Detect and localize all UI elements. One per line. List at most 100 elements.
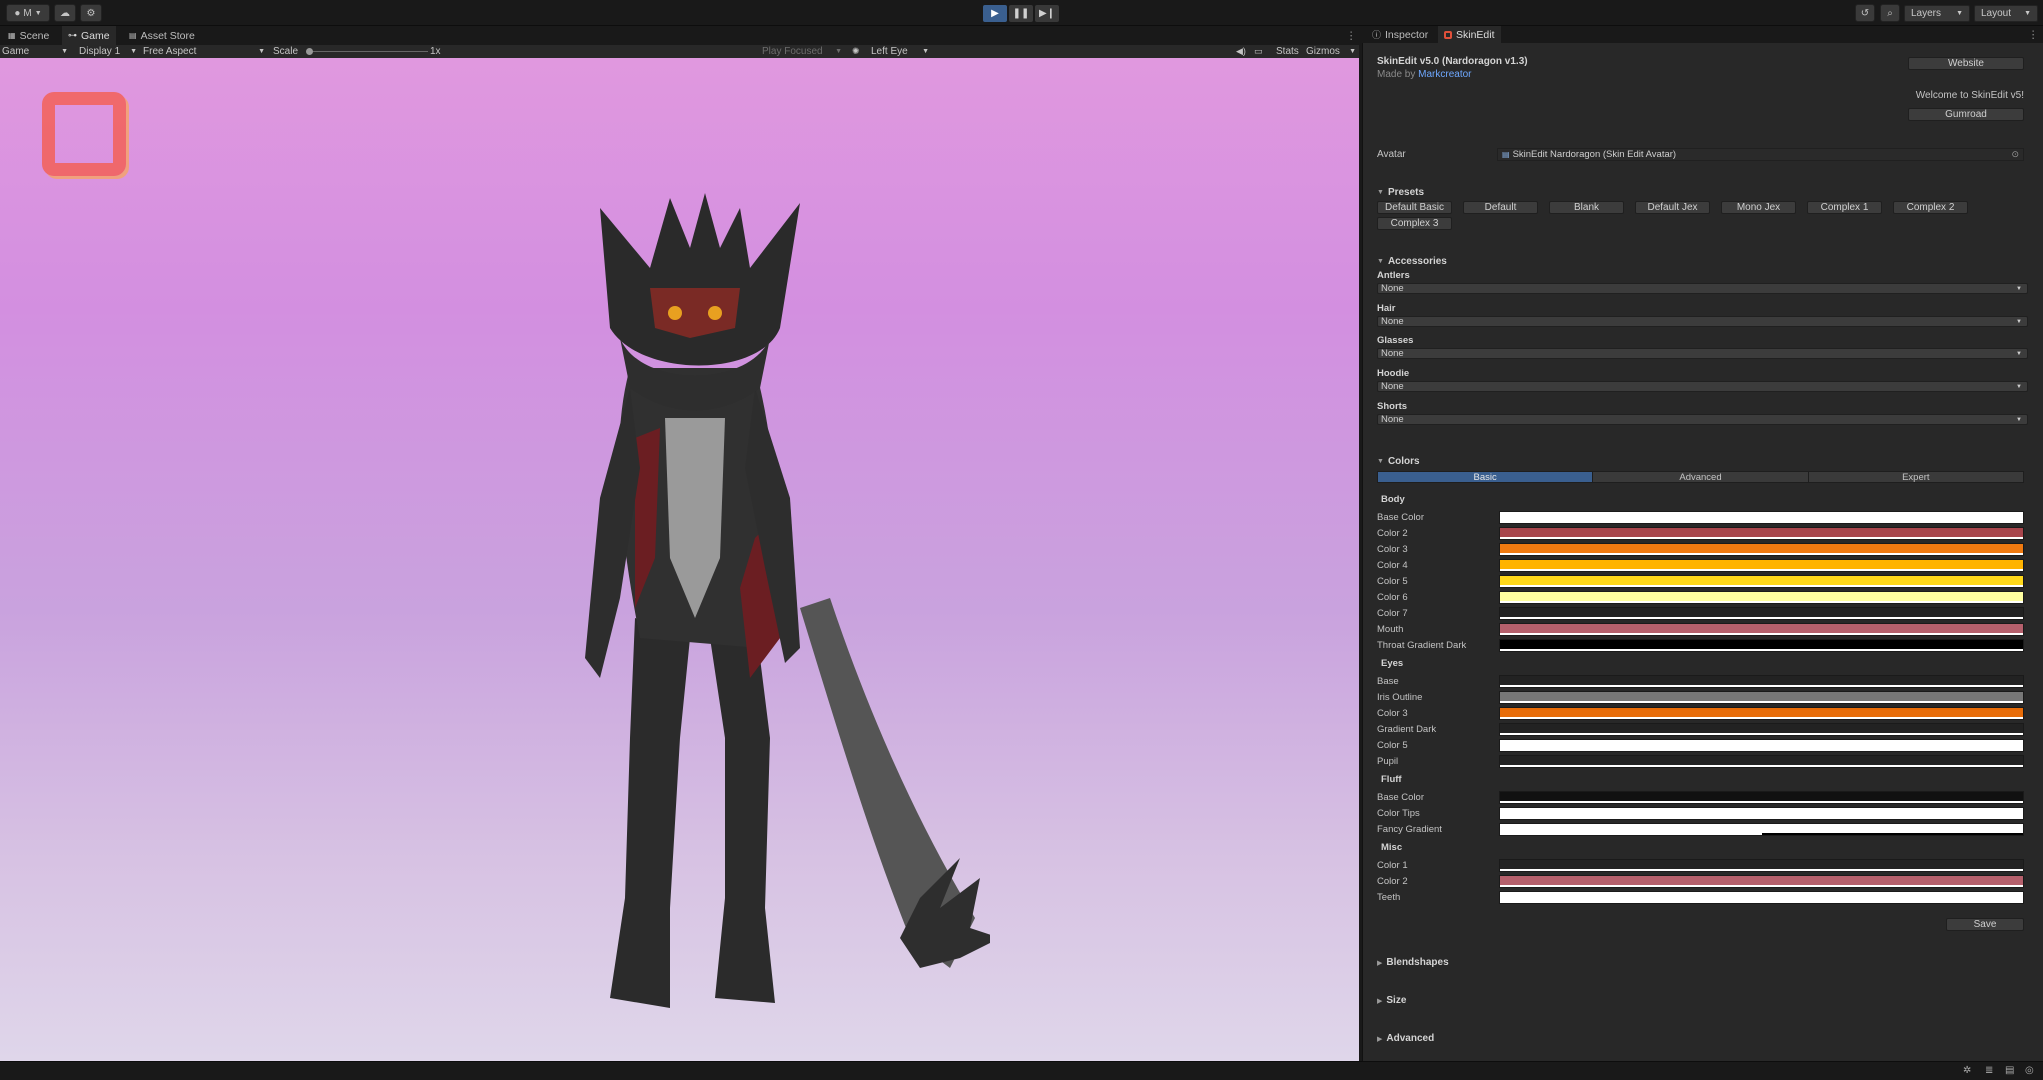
chevron-down-icon: ▼ xyxy=(2016,416,2022,423)
color-swatch[interactable] xyxy=(1499,859,2024,872)
preset-default-jex[interactable]: Default Jex xyxy=(1635,201,1710,214)
mute-audio-button[interactable]: ◀) xyxy=(1236,45,1246,58)
color-swatch[interactable] xyxy=(1499,607,2024,620)
debug-icon[interactable]: ✲ xyxy=(1963,1065,1971,1076)
preset-blank[interactable]: Blank xyxy=(1549,201,1624,214)
history-button[interactable]: ↺ xyxy=(1855,4,1875,22)
color-swatch[interactable] xyxy=(1499,823,2024,836)
color-swatch[interactable] xyxy=(1499,891,2024,904)
preset-complex-2[interactable]: Complex 2 xyxy=(1893,201,1968,214)
stats-button[interactable]: Stats xyxy=(1276,45,1299,58)
blendshapes-foldout[interactable]: ▶ Blendshapes xyxy=(1377,957,1449,968)
pause-button[interactable]: ❚❚ xyxy=(1009,5,1033,22)
color-field-label: Iris Outline xyxy=(1377,692,1423,703)
layers-dropdown[interactable]: Layers ▼ xyxy=(1904,5,1970,22)
gumroad-button[interactable]: Gumroad xyxy=(1908,108,2024,121)
account-button[interactable]: ● M ▼ xyxy=(6,4,50,22)
alpha-bar xyxy=(1500,617,2023,619)
gizmos-dropdown[interactable]: Gizmos ▼ xyxy=(1306,45,1356,58)
notification-icon[interactable]: ▤ xyxy=(2005,1065,2014,1076)
play-button[interactable]: ▶ xyxy=(983,5,1007,22)
display-dropdown[interactable]: Display 1 ▼ xyxy=(79,45,137,58)
inspector-menu-button[interactable]: ⋮ xyxy=(2022,26,2043,43)
alpha-bar xyxy=(1500,869,2023,871)
shorts-dropdown[interactable]: None ▼ xyxy=(1377,414,2028,425)
alpha-bar xyxy=(1500,633,2023,635)
panel-menu-button[interactable]: ⋮ xyxy=(1340,26,1363,45)
view-dropdown[interactable]: Game ▼ xyxy=(2,45,68,58)
layers-stack-icon[interactable]: ≣ xyxy=(1985,1065,1993,1076)
alpha-bar xyxy=(1500,701,2023,703)
color-swatch[interactable] xyxy=(1499,543,2024,556)
target-icon[interactable]: ⊙ xyxy=(2011,149,2019,160)
color-swatch[interactable] xyxy=(1499,691,2024,704)
color-field-label: Color 7 xyxy=(1377,608,1408,619)
hair-dropdown[interactable]: None ▼ xyxy=(1377,316,2028,327)
color-swatch[interactable] xyxy=(1499,527,2024,540)
tab-game[interactable]: ⊶ Game xyxy=(62,26,116,45)
hoodie-dropdown[interactable]: None ▼ xyxy=(1377,381,2028,392)
slider-handle[interactable] xyxy=(306,48,313,55)
alpha-bar xyxy=(1500,901,2023,903)
color-group-fluff: Fluff xyxy=(1381,774,1402,785)
color-swatch[interactable] xyxy=(1499,875,2024,888)
antlers-dropdown[interactable]: None ▼ xyxy=(1377,283,2028,294)
author-link[interactable]: Markcreator xyxy=(1418,69,1471,80)
color-swatch[interactable] xyxy=(1499,591,2024,604)
preset-mono-jex[interactable]: Mono Jex xyxy=(1721,201,1796,214)
accessories-foldout[interactable]: ▼ Accessories xyxy=(1377,256,1447,267)
color-tab-expert[interactable]: Expert xyxy=(1808,472,2023,483)
skinedit-icon xyxy=(1444,30,1452,39)
preset-default-basic[interactable]: Default Basic xyxy=(1377,201,1452,214)
preset-complex-3[interactable]: Complex 3 xyxy=(1377,217,1452,230)
play-focused-dropdown[interactable]: Play Focused ▼ xyxy=(762,45,842,58)
aspect-dropdown[interactable]: Free Aspect ▼ xyxy=(143,45,265,58)
save-button[interactable]: Save xyxy=(1946,918,2024,931)
color-swatch[interactable] xyxy=(1499,791,2024,804)
color-field-label: Teeth xyxy=(1377,892,1401,903)
color-swatch[interactable] xyxy=(1499,723,2024,736)
welcome-text: Welcome to SkinEdit v5! xyxy=(1915,90,2024,101)
step-button[interactable]: ▶❙ xyxy=(1035,5,1059,22)
color-swatch[interactable] xyxy=(1499,755,2024,768)
color-field-label: Color 5 xyxy=(1377,576,1408,587)
tab-skinedit[interactable]: SkinEdit xyxy=(1438,26,1501,43)
colors-foldout[interactable]: ▼ Colors xyxy=(1377,456,1420,467)
search-button[interactable]: ⌕ xyxy=(1880,4,1900,22)
eye-dropdown[interactable]: Left Eye ▼ xyxy=(871,45,929,58)
color-swatch[interactable] xyxy=(1499,639,2024,652)
color-field-label: Color 6 xyxy=(1377,592,1408,603)
color-tab-advanced[interactable]: Advanced xyxy=(1593,472,1809,483)
monitor-icon: ▭ xyxy=(1254,46,1263,56)
check-icon[interactable]: ◎ xyxy=(2025,1065,2034,1076)
color-tab-basic[interactable]: Basic xyxy=(1378,472,1594,483)
color-swatch[interactable] xyxy=(1499,623,2024,636)
preset-default[interactable]: Default xyxy=(1463,201,1538,214)
play-icon: ▶ xyxy=(991,8,999,19)
layout-dropdown[interactable]: Layout ▼ xyxy=(1974,5,2038,22)
preset-complex-1[interactable]: Complex 1 xyxy=(1807,201,1882,214)
advanced-foldout[interactable]: ▶ Advanced xyxy=(1377,1033,1434,1044)
size-foldout[interactable]: ▶ Size xyxy=(1377,995,1406,1006)
resolution-button[interactable]: ▭ xyxy=(1254,45,1263,58)
color-swatch[interactable] xyxy=(1499,575,2024,588)
game-viewport[interactable] xyxy=(0,58,1359,1061)
color-swatch[interactable] xyxy=(1499,675,2024,688)
color-swatch[interactable] xyxy=(1499,707,2024,720)
color-swatch[interactable] xyxy=(1499,511,2024,524)
avatar-label: Avatar xyxy=(1377,149,1406,160)
scale-slider[interactable] xyxy=(306,45,428,58)
avatar-object-field[interactable]: ▤ SkinEdit Nardoragon (Skin Edit Avatar)… xyxy=(1497,148,2024,161)
tab-asset-store[interactable]: ▤ Asset Store xyxy=(123,26,201,45)
glasses-dropdown[interactable]: None ▼ xyxy=(1377,348,2028,359)
tab-scene[interactable]: ▦ Scene xyxy=(2,26,55,45)
color-swatch[interactable] xyxy=(1499,559,2024,572)
color-swatch[interactable] xyxy=(1499,739,2024,752)
color-swatch[interactable] xyxy=(1499,807,2024,820)
tab-inspector[interactable]: ⓘ Inspector xyxy=(1366,26,1434,43)
collab-button[interactable]: ⚙ xyxy=(80,4,102,22)
kebab-menu-icon: ⋮ xyxy=(1346,29,1357,42)
presets-foldout[interactable]: ▼ Presets xyxy=(1377,187,1424,198)
cloud-button[interactable]: ☁ xyxy=(54,4,76,22)
website-button[interactable]: Website xyxy=(1908,57,2024,70)
